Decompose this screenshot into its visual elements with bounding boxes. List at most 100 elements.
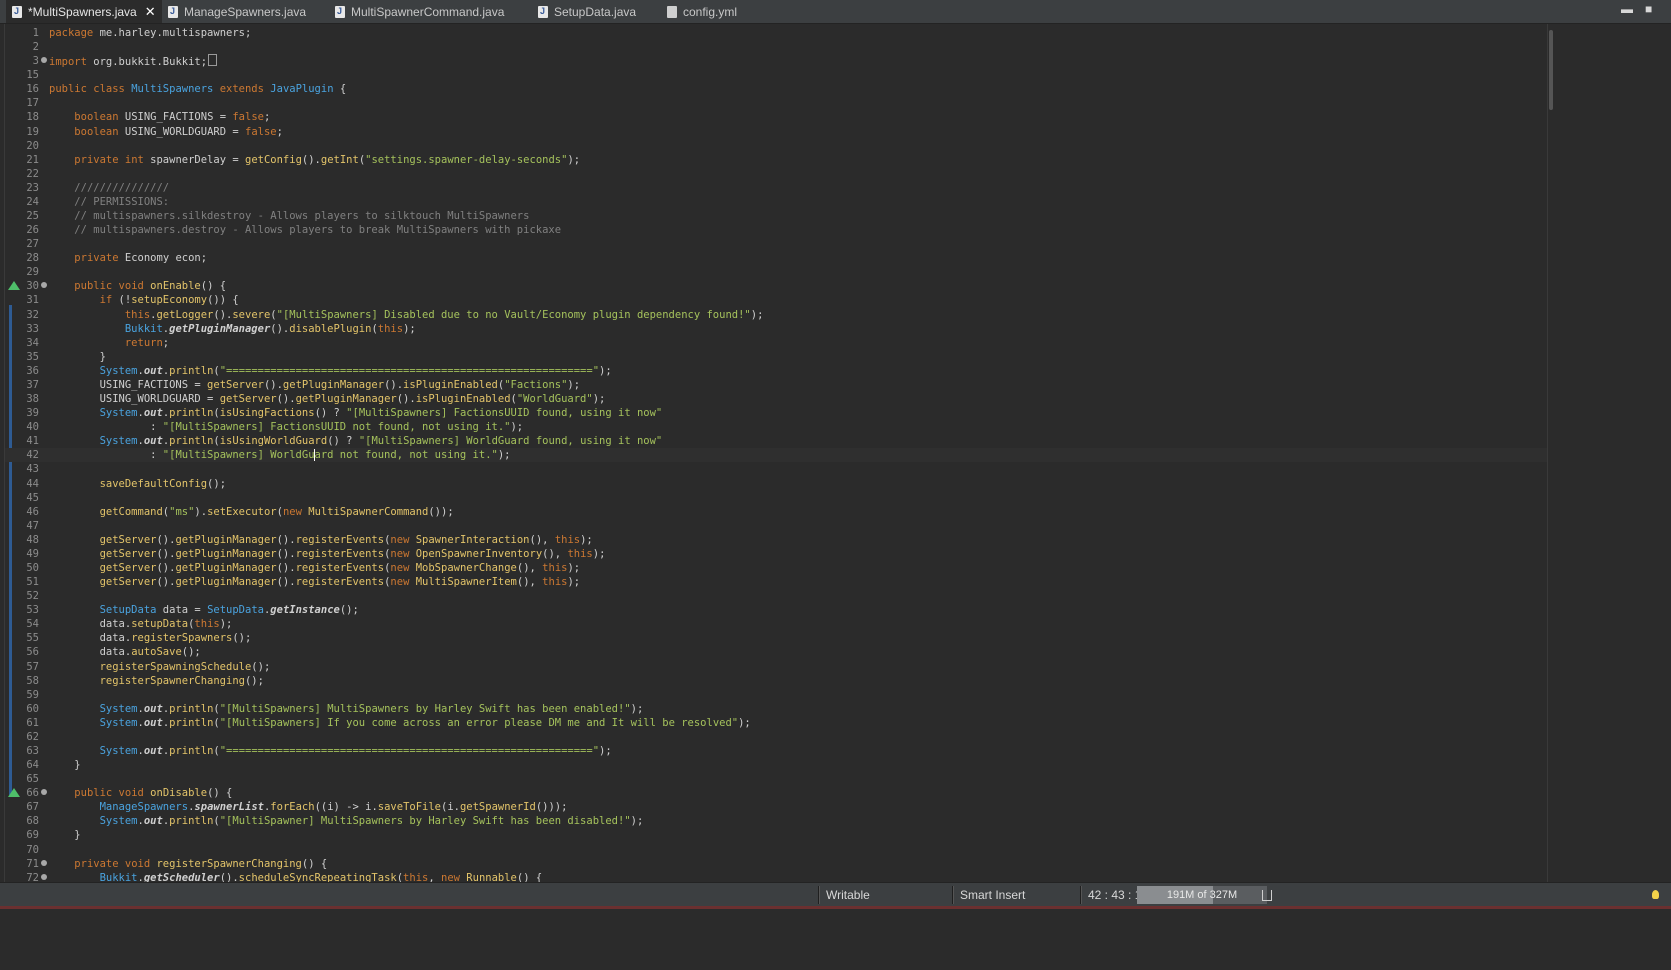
code-editor[interactable]: 1 package me.harley.multispawners; 2 3 impor… [4,24,1548,882]
code-line[interactable]: 29 [5,265,1548,279]
code-text: // PERMISSIONS: [74,195,170,208]
code-line[interactable]: 45 [5,491,1548,505]
tab-config-yml[interactable]: config.yml [667,0,737,23]
code-line[interactable]: 70 [5,843,1548,857]
code-line[interactable]: 72 Bukkit.getScheduler().scheduleSyncRep… [5,871,1548,882]
scrollbar-thumb[interactable] [1549,30,1553,110]
code-line[interactable]: 43 [5,462,1548,476]
code-line[interactable]: 24 // PERMISSIONS: [5,195,1548,209]
code-line[interactable]: 20 [5,139,1548,153]
code-line[interactable]: 22 [5,167,1548,181]
fold-toggle-icon[interactable] [41,57,47,64]
line-number: 29 [26,266,39,279]
code-line[interactable]: 34 return; [5,336,1548,350]
code-line[interactable]: 26 // multispawners.destroy - Allows pla… [5,223,1548,237]
status-insert-mode[interactable]: Smart Insert [960,883,1025,907]
code-line[interactable]: 33 Bukkit.getPluginManager().disablePlug… [5,322,1548,336]
code-line[interactable]: 25 // multispawners.silkdestroy - Allows… [5,209,1548,223]
tab-label: SetupData.java [554,4,637,19]
code-line[interactable]: 61 System.out.println("[MultiSpawners] I… [5,716,1548,730]
code-line[interactable]: 3 import org.bukkit.Bukkit; [5,54,1548,68]
code-line[interactable]: 18 boolean USING_FACTIONS = false; [5,110,1548,124]
fold-toggle-icon[interactable] [41,282,47,289]
code-line[interactable]: 67 ManageSpawners.spawnerList.forEach((i… [5,800,1548,814]
code-line[interactable]: 66 public void onDisable() { [5,786,1548,800]
code-text: boolean USING_FACTIONS = false; [74,111,271,124]
line-number: 71 [26,857,39,870]
tab-multispawners-java[interactable]: *MultiSpawners.java ✕ [6,0,162,23]
code-line[interactable]: 42 : "[MultiSpawners] WorldGuard not fou… [5,448,1548,463]
vertical-scrollbar[interactable] [1547,24,1556,882]
line-number: 43 [26,463,39,476]
maximize-icon[interactable]: ■ [1645,2,1652,16]
code-line[interactable]: 32 this.getLogger().severe("[MultiSpawne… [5,308,1548,322]
code-line[interactable]: 68 System.out.println("[MultiSpawner] Mu… [5,814,1548,828]
line-number: 62 [26,730,39,743]
code-line[interactable]: 48 getServer().getPluginManager().regist… [5,533,1548,547]
tab-managespawners-java[interactable]: ManageSpawners.java [168,0,306,23]
lightbulb-icon[interactable] [1652,890,1659,899]
code-line[interactable]: 46 getCommand("ms").setExecutor(new Mult… [5,505,1548,519]
code-line[interactable]: 55 data.registerSpawners(); [5,631,1548,645]
code-line[interactable]: 52 [5,589,1548,603]
code-line[interactable]: 59 [5,688,1548,702]
code-text: public void onDisable() { [74,787,233,800]
code-line[interactable]: 35 } [5,350,1548,364]
code-line[interactable]: 65 [5,772,1548,786]
code-line[interactable]: 64 } [5,758,1548,772]
tab-multispawnercommand-java[interactable]: MultiSpawnerCommand.java [335,0,504,23]
code-line[interactable]: 39 System.out.println(isUsingFactions() … [5,406,1548,420]
line-number: 56 [26,646,39,659]
tab-setupdata-java[interactable]: SetupData.java [538,0,636,23]
code-line[interactable]: 40 : "[MultiSpawners] FactionsUUID not f… [5,420,1548,434]
line-number: 55 [26,632,39,645]
code-line[interactable]: 38 USING_WORLDGUARD = getServer().getPlu… [5,392,1548,406]
code-line[interactable]: 58 registerSpawnerChanging(); [5,674,1548,688]
fold-toggle-icon[interactable] [41,859,47,866]
code-line[interactable]: 63 System.out.println("=================… [5,744,1548,758]
code-line[interactable]: 17 [5,96,1548,110]
code-line[interactable]: 31 if (!setupEconomy()) { [5,293,1548,307]
code-line[interactable]: 62 [5,730,1548,744]
fold-toggle-icon[interactable] [41,873,47,880]
code-line[interactable]: 1 package me.harley.multispawners; [5,26,1548,40]
trash-icon[interactable] [1262,890,1272,901]
code-line[interactable]: 51 getServer().getPluginManager().regist… [5,575,1548,589]
code-line[interactable]: 30 public void onEnable() { [5,279,1548,293]
code-line[interactable]: 23 /////////////// [5,181,1548,195]
code-text: data.setupData(this); [49,618,233,631]
minimize-icon[interactable]: ▬ [1621,2,1633,16]
code-line[interactable]: 69 } [5,828,1548,842]
code-text: // multispawners.silkdestroy - Allows pl… [74,210,530,223]
code-text: getServer().getPluginManager().registerE… [99,547,606,560]
code-line[interactable]: 2 [5,40,1548,54]
code-line[interactable]: 53 SetupData data = SetupData.getInstanc… [5,603,1548,617]
close-icon[interactable]: ✕ [145,4,156,20]
line-number: 40 [26,421,39,434]
java-file-icon [168,5,178,18]
code-line[interactable]: 16 public class MultiSpawners extends Jav… [5,82,1548,96]
code-line[interactable]: 54 data.setupData(this); [5,617,1548,631]
code-line[interactable]: 28 private Economy econ; [5,251,1548,265]
code-text: saveDefaultConfig(); [99,477,227,490]
code-line[interactable]: 47 [5,519,1548,533]
code-line[interactable]: 44 saveDefaultConfig(); [5,477,1548,491]
code-text: registerSpawnerChanging(); [99,674,264,687]
code-line[interactable]: 37 USING_FACTIONS = getServer().getPlugi… [5,378,1548,392]
code-line[interactable]: 49 getServer().getPluginManager().regist… [5,547,1548,561]
code-line[interactable]: 50 getServer().getPluginManager().regist… [5,561,1548,575]
fold-toggle-icon[interactable] [41,789,47,796]
code-line[interactable]: 60 System.out.println("[MultiSpawners] M… [5,702,1548,716]
code-line[interactable]: 56 data.autoSave(); [5,645,1548,659]
line-number: 25 [26,210,39,223]
code-line[interactable]: 41 System.out.println(isUsingWorldGuard(… [5,434,1548,448]
line-number: 39 [26,407,39,420]
line-number: 26 [26,224,39,237]
code-line[interactable]: 71 private void registerSpawnerChanging(… [5,857,1548,871]
code-line[interactable]: 19 boolean USING_WORLDGUARD = false; [5,125,1548,139]
code-line[interactable]: 36 System.out.println("=================… [5,364,1548,378]
code-line[interactable]: 15 [5,68,1548,82]
code-line[interactable]: 27 [5,237,1548,251]
code-line[interactable]: 57 registerSpawningSchedule(); [5,660,1548,674]
code-line[interactable]: 21 private int spawnerDelay = getConfig(… [5,153,1548,167]
